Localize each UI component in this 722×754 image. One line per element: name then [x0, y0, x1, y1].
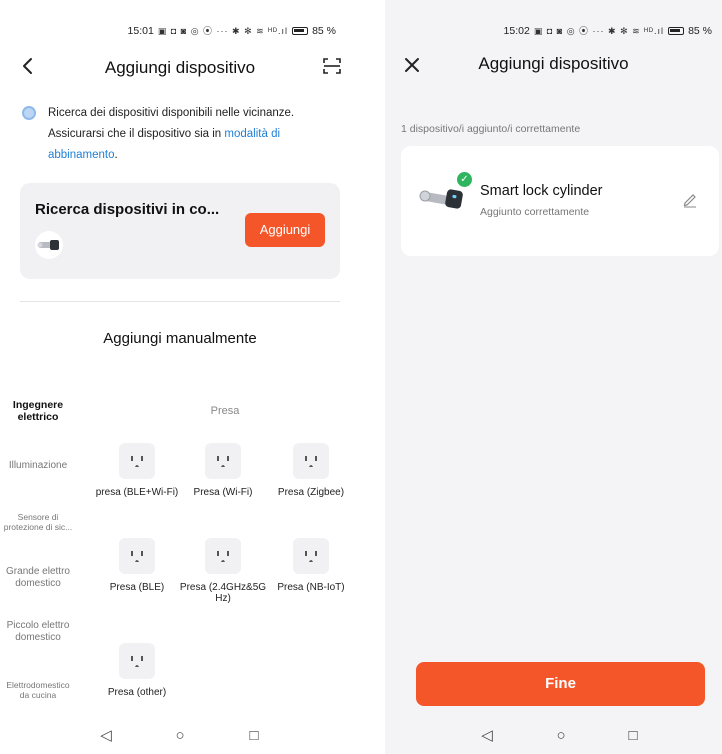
- device-label: presa (BLE+Wi-Fi): [95, 487, 179, 498]
- edit-pencil-icon[interactable]: [681, 190, 699, 208]
- socket-icon: [119, 643, 155, 679]
- device-tile[interactable]: Presa (Wi-Fi): [178, 443, 268, 498]
- device-tile[interactable]: Presa (NB-IoT): [266, 538, 356, 593]
- socket-icon: [119, 443, 155, 479]
- category-small-appliance[interactable]: Piccolo elettro domestico: [2, 620, 74, 644]
- search-line-1: Ricerca dei dispositivi disponibili nell…: [48, 107, 295, 119]
- system-nav-bar: ◁ ○ □: [0, 720, 360, 754]
- done-button[interactable]: Fine: [416, 662, 705, 706]
- socket-icon: [293, 443, 329, 479]
- searching-spinner-icon: [22, 106, 36, 120]
- status-icons: ▣ ◘ ◙ ◎ ⦿ ··· ✱ ✻ ≋ ᴴᴰ.ıl: [533, 26, 665, 36]
- page-title: Aggiungi dispositivo: [104, 58, 256, 77]
- manual-add-title: Aggiungi manualmente: [103, 330, 257, 347]
- section-label-presa: Presa: [210, 405, 240, 417]
- search-line-end: .: [114, 149, 118, 161]
- battery-icon: [292, 26, 309, 35]
- added-device-card: ✓ Smart lock cylinder Aggiunto correttam…: [401, 146, 719, 256]
- status-time: 15:01: [127, 24, 154, 37]
- socket-icon: [205, 443, 241, 479]
- system-nav-bar: ◁ ○ □: [385, 720, 722, 754]
- status-icons: ▣ ◘ ◙ ◎ ⦿ ··· ✱ ✻ ≋ ᴴᴰ.ıl: [157, 26, 289, 36]
- device-label: Presa (other): [107, 687, 167, 698]
- device-name: Smart lock cylinder: [480, 183, 603, 199]
- category-security-sensor[interactable]: Sensore di protezione di sic...: [2, 512, 74, 532]
- status-bar: 15:02 ▣ ◘ ◙ ◎ ⦿ ··· ✱ ✻ ≋ ᴴᴰ.ıl 85 %: [504, 24, 712, 37]
- nav-recents-icon[interactable]: □: [623, 726, 643, 746]
- page-title: Aggiungi dispositivo: [478, 54, 629, 73]
- device-label: Presa (Zigbee): [277, 487, 345, 498]
- nav-recents-icon[interactable]: □: [244, 726, 264, 746]
- right-screen: 15:02 ▣ ◘ ◙ ◎ ⦿ ··· ✱ ✻ ≋ ᴴᴰ.ıl 85 % Agg…: [385, 0, 722, 754]
- device-tile[interactable]: Presa (BLE): [92, 538, 182, 593]
- found-lock-icon[interactable]: [35, 231, 63, 259]
- device-status: Aggiunto correttamente: [480, 206, 590, 218]
- top-nav: Aggiungi dispositivo: [385, 52, 722, 82]
- device-tile[interactable]: Presa (Zigbee): [266, 443, 356, 498]
- battery-icon: [668, 26, 685, 35]
- nav-back-icon[interactable]: ◁: [477, 726, 497, 746]
- battery-level: 85 %: [312, 24, 336, 37]
- device-label: Presa (Wi-Fi): [193, 487, 253, 498]
- device-tile[interactable]: Presa (2.4GHz&5G Hz): [178, 538, 268, 604]
- socket-icon: [119, 538, 155, 574]
- nav-back-icon[interactable]: ◁: [96, 726, 116, 746]
- socket-icon: [293, 538, 329, 574]
- socket-icon: [205, 538, 241, 574]
- added-count-text: 1 dispositivo/i aggiunto/i correttamente: [401, 123, 581, 135]
- device-label: Presa (2.4GHz&5G Hz): [179, 582, 267, 604]
- status-time: 15:02: [503, 24, 530, 37]
- device-label: Presa (BLE): [109, 582, 165, 593]
- category-lighting[interactable]: Illuminazione: [2, 460, 74, 472]
- success-check-icon: ✓: [457, 172, 472, 187]
- nav-home-icon[interactable]: ○: [551, 726, 571, 746]
- scan-icon[interactable]: [322, 56, 342, 76]
- nearby-search-info: Ricerca dei dispositivi disponibili nell…: [20, 103, 340, 166]
- search-line-2: Assicurarsi che il dispositivo sia in: [48, 128, 225, 140]
- add-button[interactable]: Aggiungi: [245, 213, 325, 247]
- battery-level: 85 %: [688, 24, 712, 37]
- category-kitchen-appliance[interactable]: Elettrodomestico da cucina: [2, 680, 74, 700]
- device-label: Presa (NB-IoT): [277, 582, 345, 593]
- device-tile[interactable]: Presa (other): [92, 643, 182, 698]
- device-tile[interactable]: presa (BLE+Wi-Fi): [92, 443, 182, 498]
- nav-home-icon[interactable]: ○: [170, 726, 190, 746]
- status-bar: 15:01 ▣ ◘ ◙ ◎ ⦿ ··· ✱ ✻ ≋ ᴴᴰ.ıl 85 %: [128, 24, 336, 37]
- search-description: Ricerca dei dispositivi disponibili nell…: [48, 103, 340, 166]
- category-large-appliance[interactable]: Grande elettro domestico: [2, 566, 74, 590]
- top-nav: Aggiungi dispositivo: [0, 52, 360, 82]
- divider: [20, 301, 340, 302]
- category-electrical[interactable]: Ingegnere elettrico: [2, 399, 74, 423]
- discovered-devices-card: Ricerca dispositivi in co... Aggiungi: [20, 183, 340, 279]
- left-screen: 15:01 ▣ ◘ ◙ ◎ ⦿ ··· ✱ ✻ ≋ ᴴᴰ.ıl 85 % Agg…: [0, 0, 360, 754]
- discovered-devices-title: Ricerca dispositivi in co...: [35, 201, 220, 218]
